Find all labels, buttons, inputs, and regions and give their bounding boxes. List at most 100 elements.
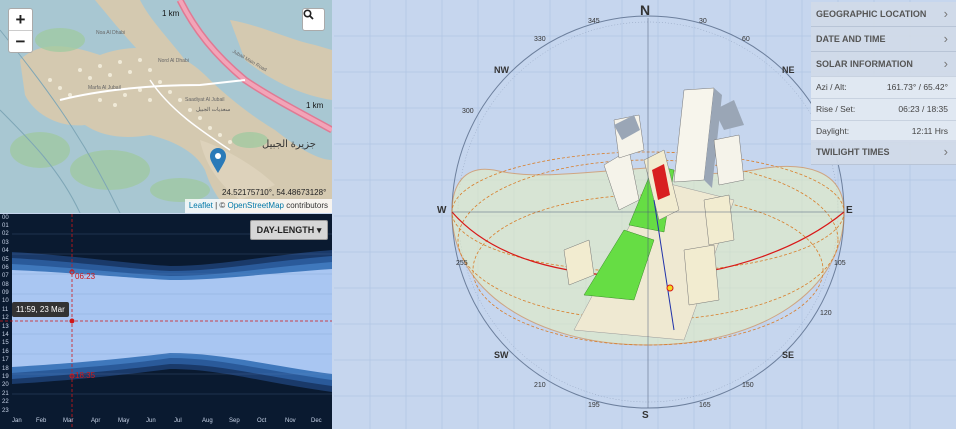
section-title: GEOGRAPHIC LOCATION <box>816 9 927 19</box>
hour-label: 13 <box>2 324 9 330</box>
degree-label: 105 <box>834 260 846 267</box>
day-length-chart[interactable]: 00 01 02 03 04 05 06 07 08 09 10 11 12 1… <box>0 214 332 429</box>
location-map[interactable]: + − 1 km 1 km جزيرة الجبيل سعديات الجبيل… <box>0 0 332 213</box>
degree-label: 255 <box>456 260 468 267</box>
map-attribution: Leaflet | © OpenStreetMap contributors <box>184 199 332 213</box>
hour-label: 23 <box>2 408 9 414</box>
geographic-location-section[interactable]: GEOGRAPHIC LOCATION › <box>811 2 956 27</box>
hour-label: 07 <box>2 273 9 279</box>
map-search-button[interactable] <box>302 8 325 31</box>
daylight-value: 12:11 Hrs <box>911 126 948 136</box>
map-label-place: Marfa Al Jubail <box>88 85 121 91</box>
marker-coordinates: 24.52175710°, 54.48673128° <box>222 188 327 197</box>
hour-label: 17 <box>2 357 9 363</box>
hour-label: 21 <box>2 391 9 397</box>
hour-label: 01 <box>2 223 9 229</box>
hour-label: 03 <box>2 240 9 246</box>
hour-label: 11 <box>2 307 9 313</box>
hour-label: 00 <box>2 215 9 221</box>
map-scale-right: 1 km <box>306 101 324 110</box>
month-label: Aug <box>202 418 213 424</box>
month-label: May <box>118 418 130 424</box>
sunrise-marker-label: 06:23 <box>75 272 96 281</box>
hour-label: 18 <box>2 366 9 372</box>
map-label-arabic-island: جزيرة الجبيل <box>262 139 316 150</box>
degree-label: 165 <box>699 402 711 409</box>
chevron-right-icon: › <box>943 31 948 46</box>
compass-ne: NE <box>782 65 795 75</box>
date-and-time-section[interactable]: DATE AND TIME › <box>811 27 956 52</box>
chevron-right-icon: › <box>943 144 948 159</box>
degree-label: 300 <box>462 108 474 115</box>
month-label: Sep <box>229 418 240 424</box>
compass-w: W <box>437 205 447 216</box>
month-label: Dec <box>311 418 322 424</box>
month-label: Feb <box>36 418 47 424</box>
hour-label: 05 <box>2 257 9 263</box>
sunset-marker-label: 18:35 <box>75 371 96 380</box>
hour-label: 15 <box>2 340 9 346</box>
compass-e: E <box>846 205 853 216</box>
compass-n: N <box>640 2 651 18</box>
compass-nw: NW <box>494 65 509 75</box>
zoom-control: + − <box>8 8 33 53</box>
section-title: SOLAR INFORMATION <box>816 59 913 69</box>
hour-label: 12 <box>2 315 9 321</box>
month-label: Nov <box>285 418 296 424</box>
zoom-out-button[interactable]: − <box>9 30 32 52</box>
degree-label: 210 <box>534 382 546 389</box>
daylength-plot <box>0 214 332 429</box>
hour-label: 02 <box>2 231 9 237</box>
caret-down-icon: ▾ <box>316 225 322 235</box>
degree-label: 120 <box>820 310 832 317</box>
rise-set-row: Rise / Set: 06:23 / 18:35 <box>811 98 956 120</box>
month-label: Jul <box>174 418 182 424</box>
day-length-dropdown[interactable]: DAY-LENGTH ▾ <box>250 220 328 240</box>
twilight-times-section[interactable]: TWILIGHT TIMES › <box>811 140 956 165</box>
azi-alt-value: 161.73° / 65.42° <box>886 82 948 92</box>
section-title: TWILIGHT TIMES <box>816 147 890 157</box>
hour-label: 09 <box>2 290 9 296</box>
compass-se: SE <box>782 350 795 360</box>
chevron-right-icon: › <box>943 6 948 21</box>
map-label-place: Noa Al Dhabi <box>96 30 126 36</box>
sun-position-marker <box>666 284 674 292</box>
hour-label: 20 <box>2 382 9 388</box>
hour-label: 06 <box>2 265 9 271</box>
map-label-place: Nord Al Dhabi <box>158 58 189 64</box>
hour-label: 04 <box>2 248 9 254</box>
month-label: Jan <box>12 418 22 424</box>
hour-label: 16 <box>2 349 9 355</box>
rise-set-value: 06:23 / 18:35 <box>898 104 948 114</box>
compass-sw: SW <box>494 350 509 360</box>
degree-label: 345 <box>588 18 600 25</box>
map-label-arabic-saadiyat: سعديات الجبيل <box>196 107 231 113</box>
compass-s: S <box>642 410 649 421</box>
azi-alt-row: Azi / Alt: 161.73° / 65.42° <box>811 76 956 98</box>
daylight-row: Daylight: 12:11 Hrs <box>811 120 956 142</box>
month-label: Jun <box>146 418 156 424</box>
osm-link[interactable]: OpenStreetMap <box>227 201 283 210</box>
month-label: Oct <box>257 418 267 424</box>
degree-label: 330 <box>534 36 546 43</box>
hour-label: 22 <box>2 399 9 405</box>
map-label-place: Saadiyat Al Jubail <box>185 97 225 103</box>
zoom-in-button[interactable]: + <box>9 9 32 30</box>
leaflet-link[interactable]: Leaflet <box>189 201 213 210</box>
map-tiles <box>0 0 332 213</box>
degree-label: 60 <box>742 36 750 43</box>
section-title: DATE AND TIME <box>816 34 886 44</box>
chevron-right-icon: › <box>943 56 948 71</box>
month-label: Apr <box>91 418 101 424</box>
map-scale-top: 1 km <box>162 9 180 18</box>
cursor-tooltip: 11:59, 23 Mar <box>12 302 69 317</box>
solar-information-section[interactable]: SOLAR INFORMATION › Azi / Alt: 161.73° / 6… <box>811 52 956 143</box>
month-label: Mar <box>63 418 74 424</box>
degree-label: 30 <box>699 18 707 25</box>
hour-label: 14 <box>2 332 9 338</box>
hour-label: 08 <box>2 282 9 288</box>
hour-label: 19 <box>2 374 9 380</box>
hour-label: 10 <box>2 298 9 304</box>
degree-label: 150 <box>742 382 754 389</box>
degree-label: 195 <box>588 402 600 409</box>
